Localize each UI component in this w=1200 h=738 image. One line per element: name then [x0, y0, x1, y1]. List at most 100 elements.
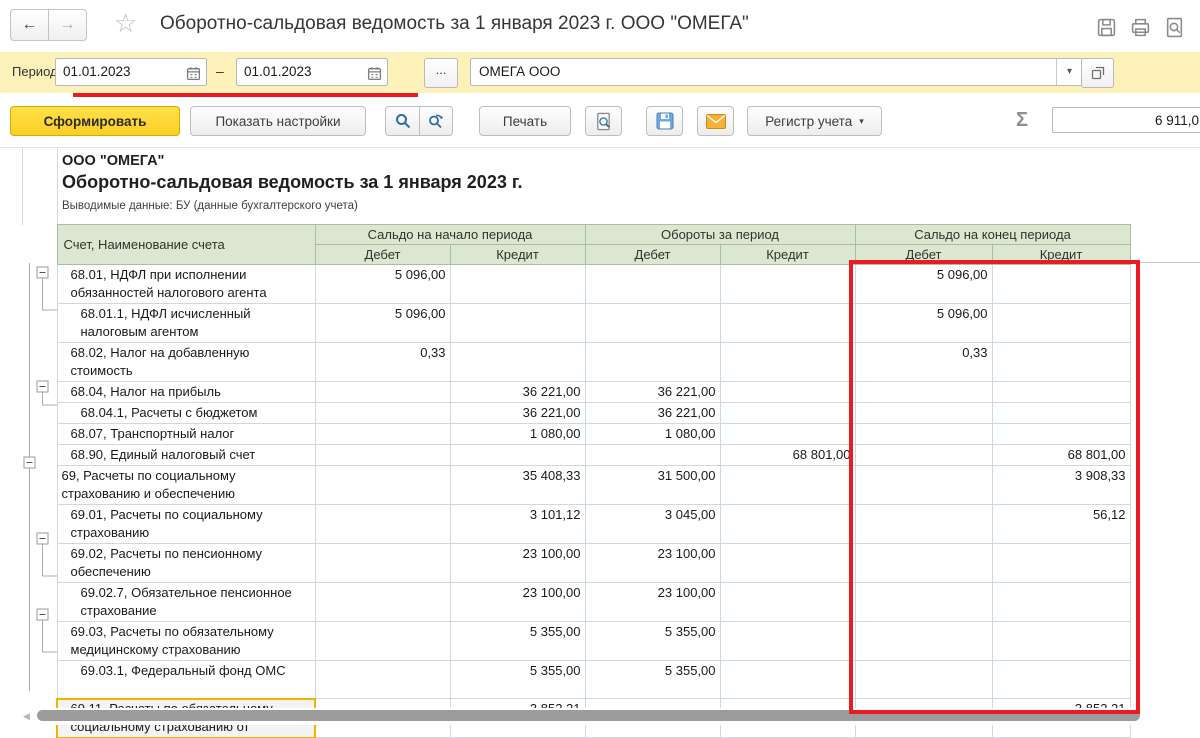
account-cell[interactable]: 68.90, Единый налоговый счет: [56, 444, 316, 466]
value-cell[interactable]: [314, 660, 451, 699]
value-cell[interactable]: [719, 303, 856, 343]
save-report-button[interactable]: [646, 106, 683, 136]
account-cell[interactable]: 69.02.7, Обязательное пенсионное страхов…: [56, 582, 316, 622]
value-cell[interactable]: 5 096,00: [314, 303, 451, 343]
value-cell[interactable]: [314, 621, 451, 661]
value-cell[interactable]: [991, 423, 1131, 445]
value-cell[interactable]: [854, 444, 993, 466]
value-cell[interactable]: [584, 303, 721, 343]
value-cell[interactable]: [584, 444, 721, 466]
value-cell[interactable]: [719, 402, 856, 424]
value-cell[interactable]: 3 101,12: [449, 504, 586, 544]
value-cell[interactable]: [991, 660, 1131, 699]
column-header-debit[interactable]: Дебет: [314, 244, 451, 265]
value-cell[interactable]: [854, 402, 993, 424]
organization-select[interactable]: ОМЕГА ООО ▾: [470, 58, 1083, 86]
print-preview-button[interactable]: [585, 106, 622, 136]
column-header-debit[interactable]: Дебет: [854, 244, 993, 265]
value-cell[interactable]: [991, 543, 1131, 583]
scrollbar-thumb[interactable]: [37, 710, 1140, 721]
value-cell[interactable]: [991, 402, 1131, 424]
search-button[interactable]: [385, 106, 419, 136]
value-cell[interactable]: [449, 303, 586, 343]
preview-icon[interactable]: [1162, 15, 1186, 39]
value-cell[interactable]: 36 221,00: [449, 381, 586, 403]
calendar-icon[interactable]: [186, 64, 201, 90]
column-group-end-balance[interactable]: Сальдо на конец периода: [854, 224, 1131, 245]
column-header-credit[interactable]: Кредит: [991, 244, 1131, 265]
value-cell[interactable]: [854, 543, 993, 583]
save-icon[interactable]: [1094, 15, 1118, 39]
value-cell[interactable]: 1 080,00: [449, 423, 586, 445]
calendar-icon[interactable]: [367, 64, 382, 90]
column-header-credit[interactable]: Кредит: [719, 244, 856, 265]
period-to-input[interactable]: 01.01.2023: [236, 58, 388, 86]
account-cell[interactable]: 69.02, Расчеты по пенсионному обеспечени…: [56, 543, 316, 583]
print-icon[interactable]: [1128, 15, 1152, 39]
value-cell[interactable]: 0,33: [314, 342, 451, 382]
value-cell[interactable]: [584, 342, 721, 382]
period-from-input[interactable]: 01.01.2023: [55, 58, 207, 86]
value-cell[interactable]: [314, 423, 451, 445]
value-cell[interactable]: [719, 264, 856, 304]
back-button[interactable]: ←: [10, 9, 48, 41]
value-cell[interactable]: [719, 660, 856, 699]
value-cell[interactable]: [854, 465, 993, 505]
value-cell[interactable]: [991, 582, 1131, 622]
account-cell[interactable]: 68.02, Налог на добавленную стоимость: [56, 342, 316, 382]
account-cell[interactable]: 68.04, Налог на прибыль: [56, 381, 316, 403]
favorite-star-icon[interactable]: ☆: [114, 8, 137, 38]
value-cell[interactable]: [314, 465, 451, 505]
value-cell[interactable]: 36 221,00: [584, 402, 721, 424]
value-cell[interactable]: [719, 621, 856, 661]
value-cell[interactable]: [854, 504, 993, 544]
value-cell[interactable]: 36 221,00: [584, 381, 721, 403]
account-cell[interactable]: 68.07, Транспортный налог: [56, 423, 316, 445]
send-email-button[interactable]: [697, 106, 734, 136]
value-cell[interactable]: [584, 264, 721, 304]
value-cell[interactable]: 68 801,00: [991, 444, 1131, 466]
value-cell[interactable]: [991, 381, 1131, 403]
cancel-search-button[interactable]: [419, 106, 453, 136]
value-cell[interactable]: 0,33: [854, 342, 993, 382]
open-organization-button[interactable]: [1081, 58, 1114, 88]
value-cell[interactable]: [854, 582, 993, 622]
value-cell[interactable]: [991, 621, 1131, 661]
value-cell[interactable]: 23 100,00: [449, 543, 586, 583]
account-cell[interactable]: 69.01, Расчеты по социальному страховани…: [56, 504, 316, 544]
column-header-credit[interactable]: Кредит: [449, 244, 586, 265]
value-cell[interactable]: 68 801,00: [719, 444, 856, 466]
generate-button[interactable]: Сформировать: [10, 106, 180, 136]
value-cell[interactable]: 31 500,00: [584, 465, 721, 505]
value-cell[interactable]: 36 221,00: [449, 402, 586, 424]
value-cell[interactable]: [991, 342, 1131, 382]
account-cell[interactable]: 68.01.1, НДФЛ исчисленный налоговым аген…: [56, 303, 316, 343]
value-cell[interactable]: [719, 381, 856, 403]
value-cell[interactable]: [314, 543, 451, 583]
value-cell[interactable]: [449, 444, 586, 466]
value-cell[interactable]: 56,12: [991, 504, 1131, 544]
value-cell[interactable]: [991, 303, 1131, 343]
column-header-account[interactable]: Счет, Наименование счета: [56, 224, 316, 265]
value-cell[interactable]: [449, 342, 586, 382]
value-cell[interactable]: [854, 423, 993, 445]
forward-button[interactable]: →: [48, 9, 87, 41]
chevron-down-icon[interactable]: ▾: [1056, 59, 1082, 85]
sum-field[interactable]: 6 911,0: [1052, 107, 1200, 133]
scroll-left-arrow[interactable]: ◀: [23, 711, 30, 722]
column-group-turnover[interactable]: Обороты за период: [584, 224, 856, 245]
value-cell[interactable]: 5 355,00: [584, 660, 721, 699]
value-cell[interactable]: [314, 444, 451, 466]
value-cell[interactable]: 23 100,00: [584, 543, 721, 583]
value-cell[interactable]: 5 096,00: [314, 264, 451, 304]
value-cell[interactable]: 23 100,00: [449, 582, 586, 622]
value-cell[interactable]: [991, 264, 1131, 304]
value-cell[interactable]: [314, 381, 451, 403]
value-cell[interactable]: [719, 582, 856, 622]
value-cell[interactable]: [854, 621, 993, 661]
value-cell[interactable]: 5 355,00: [584, 621, 721, 661]
value-cell[interactable]: [449, 264, 586, 304]
account-cell[interactable]: 68.04.1, Расчеты с бюджетом: [56, 402, 316, 424]
register-menu-button[interactable]: Регистр учета ▾: [747, 106, 882, 136]
show-settings-button[interactable]: Показать настройки: [190, 106, 366, 136]
